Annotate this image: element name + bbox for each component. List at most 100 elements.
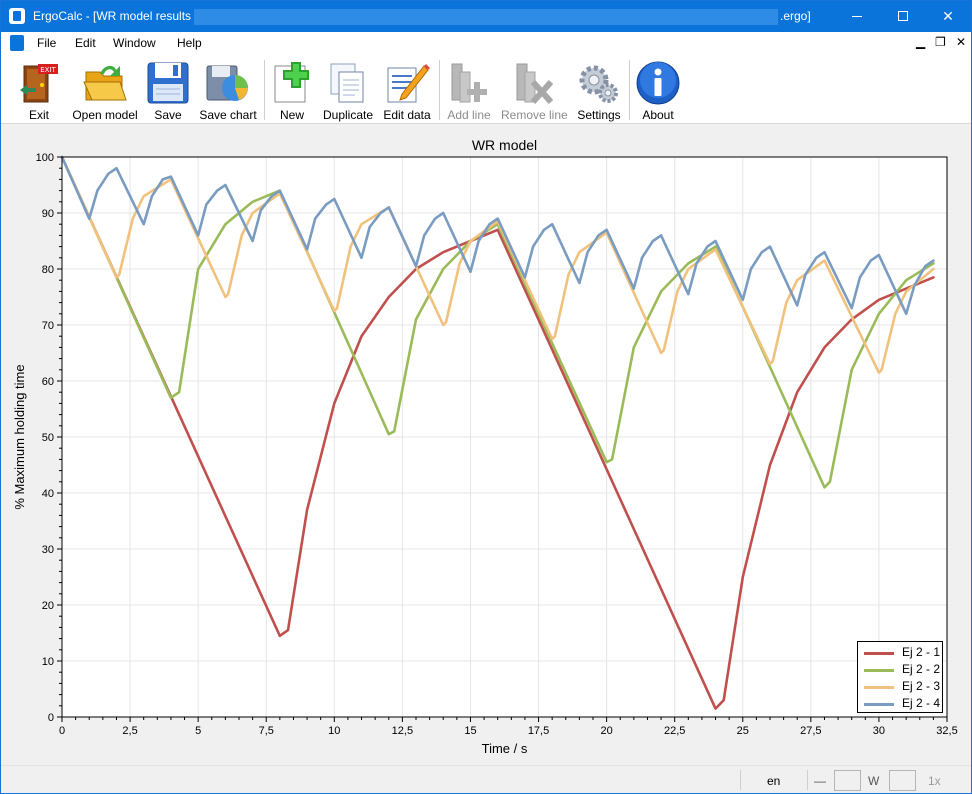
x-tick-label: 10	[328, 725, 340, 737]
y-tick-label: 80	[42, 264, 54, 276]
x-tick-label: 27,5	[800, 725, 821, 737]
exit-button[interactable]: EXIT Exit	[13, 58, 65, 122]
status-field-1	[834, 770, 861, 791]
title-bar: ErgoCalc - [WR model results - .ergo] ✕	[1, 1, 971, 32]
info-icon	[636, 61, 680, 105]
edit-data-label: Edit data	[383, 108, 431, 122]
minimize-icon	[852, 16, 862, 17]
x-tick-label: 2,5	[122, 725, 137, 737]
x-tick-label: 17,5	[528, 725, 549, 737]
status-dash: —	[814, 774, 826, 788]
y-tick-label: 30	[42, 544, 54, 556]
toolbar: EXIT Exit Open model Save Save chart New…	[1, 54, 971, 124]
y-axis-label: % Maximum holding time	[12, 364, 27, 509]
save-chart-button[interactable]: Save chart	[197, 58, 259, 122]
about-button[interactable]: About	[635, 58, 681, 122]
duplicate-button[interactable]: Duplicate	[320, 58, 376, 122]
maximize-icon	[898, 11, 908, 21]
open-model-label: Open model	[72, 108, 138, 122]
maximize-button[interactable]	[880, 1, 926, 32]
save-label: Save	[154, 108, 182, 122]
y-tick-label: 50	[42, 432, 54, 444]
wr-model-chart[interactable]: 0 2,5 5 7,5 10 12,5 15 17,5 20 22,5 25 27,5 30 32,5 0 1…	[1, 124, 971, 765]
document-icon[interactable]	[10, 35, 24, 51]
legend-label: Ej 2 - 1	[902, 645, 941, 659]
y-tick-label: 0	[48, 712, 54, 724]
status-separator	[807, 770, 808, 790]
y-tick-label: 100	[36, 152, 54, 164]
status-field-2	[889, 770, 916, 791]
toolbar-separator	[264, 60, 265, 120]
exit-door-icon: EXIT	[20, 64, 58, 103]
minimize-button[interactable]	[834, 1, 880, 32]
language-indicator[interactable]: en	[767, 774, 780, 788]
legend-entry: Ej 2 - 4	[864, 696, 942, 712]
add-line-icon	[451, 63, 487, 103]
x-tick-label: 30	[873, 725, 885, 737]
open-model-button[interactable]: Open model	[69, 58, 141, 122]
y-tick-label: 40	[42, 488, 54, 500]
new-button[interactable]: New	[269, 58, 315, 122]
duplicate-icon	[330, 63, 364, 103]
legend-swatch	[864, 686, 894, 689]
save-chart-icon	[206, 65, 248, 101]
settings-button[interactable]: Settings	[575, 58, 623, 122]
y-tick-label: 60	[42, 376, 54, 388]
toolbar-separator	[629, 60, 630, 120]
x-tick-label: 5	[195, 725, 201, 737]
legend-swatch	[864, 703, 894, 706]
x-tick-label: 15	[464, 725, 476, 737]
x-tick-label: 12,5	[392, 725, 413, 737]
new-document-icon	[274, 62, 309, 103]
menu-file[interactable]: File	[37, 36, 56, 50]
toolbar-separator	[439, 60, 440, 120]
x-axis-label: Time / s	[482, 741, 528, 756]
child-close-icon[interactable]: ✕	[956, 35, 966, 49]
legend-label: Ej 2 - 3	[902, 679, 941, 693]
close-icon: ✕	[942, 8, 954, 24]
x-tick-label: 0	[59, 725, 65, 737]
exit-label: Exit	[28, 108, 49, 122]
duplicate-label: Duplicate	[322, 108, 374, 122]
redacted-file-path	[194, 9, 778, 25]
new-label: New	[279, 108, 304, 122]
remove-line-button[interactable]: Remove line	[501, 58, 568, 122]
remove-line-icon	[516, 63, 554, 105]
legend-entry: Ej 2 - 2	[864, 662, 942, 678]
settings-label: Settings	[577, 108, 621, 122]
y-tick-label: 20	[42, 600, 54, 612]
y-tick-label: 70	[42, 320, 54, 332]
chart-panel: WR model 0 2,5 5 7,5 10 12,5 15 17,5 20 22,5 25 27,…	[1, 124, 971, 765]
close-button[interactable]: ✕	[925, 1, 971, 32]
menu-bar: File Edit Window Help ▁ ❐ ✕	[1, 32, 971, 54]
status-w-label: W	[868, 774, 880, 788]
window-title: ErgoCalc - [WR model results -	[33, 9, 199, 23]
menu-edit[interactable]: Edit	[75, 36, 96, 50]
legend-swatch	[864, 669, 894, 672]
legend-swatch	[864, 652, 894, 655]
x-tick-label: 32,5	[936, 725, 957, 737]
child-minimize-icon[interactable]: ▁	[916, 35, 925, 49]
legend-label: Ej 2 - 4	[902, 696, 941, 710]
x-tick-label: 22,5	[664, 725, 685, 737]
add-line-button[interactable]: Add line	[444, 58, 494, 122]
zoom-level: 1x	[928, 774, 941, 788]
legend-label: Ej 2 - 2	[902, 662, 941, 676]
edit-pencil-icon	[387, 64, 430, 103]
edit-data-button[interactable]: Edit data	[381, 58, 433, 122]
legend-entry: Ej 2 - 3	[864, 679, 942, 695]
status-bar: en — W 1x	[1, 765, 971, 793]
remove-line-label: Remove line	[501, 108, 568, 122]
menu-help[interactable]: Help	[177, 36, 202, 50]
svg-text:EXIT: EXIT	[40, 66, 56, 74]
save-button[interactable]: Save	[145, 58, 191, 122]
child-restore-icon[interactable]: ❐	[935, 35, 946, 49]
save-chart-label: Save chart	[199, 108, 257, 122]
window-title-extension: .ergo]	[780, 9, 811, 23]
open-folder-icon	[83, 65, 127, 101]
floppy-disk-icon	[147, 62, 189, 104]
menu-window[interactable]: Window	[113, 36, 156, 50]
x-tick-label: 7,5	[259, 725, 274, 737]
add-line-label: Add line	[447, 108, 491, 122]
y-tick-label: 90	[42, 208, 54, 220]
